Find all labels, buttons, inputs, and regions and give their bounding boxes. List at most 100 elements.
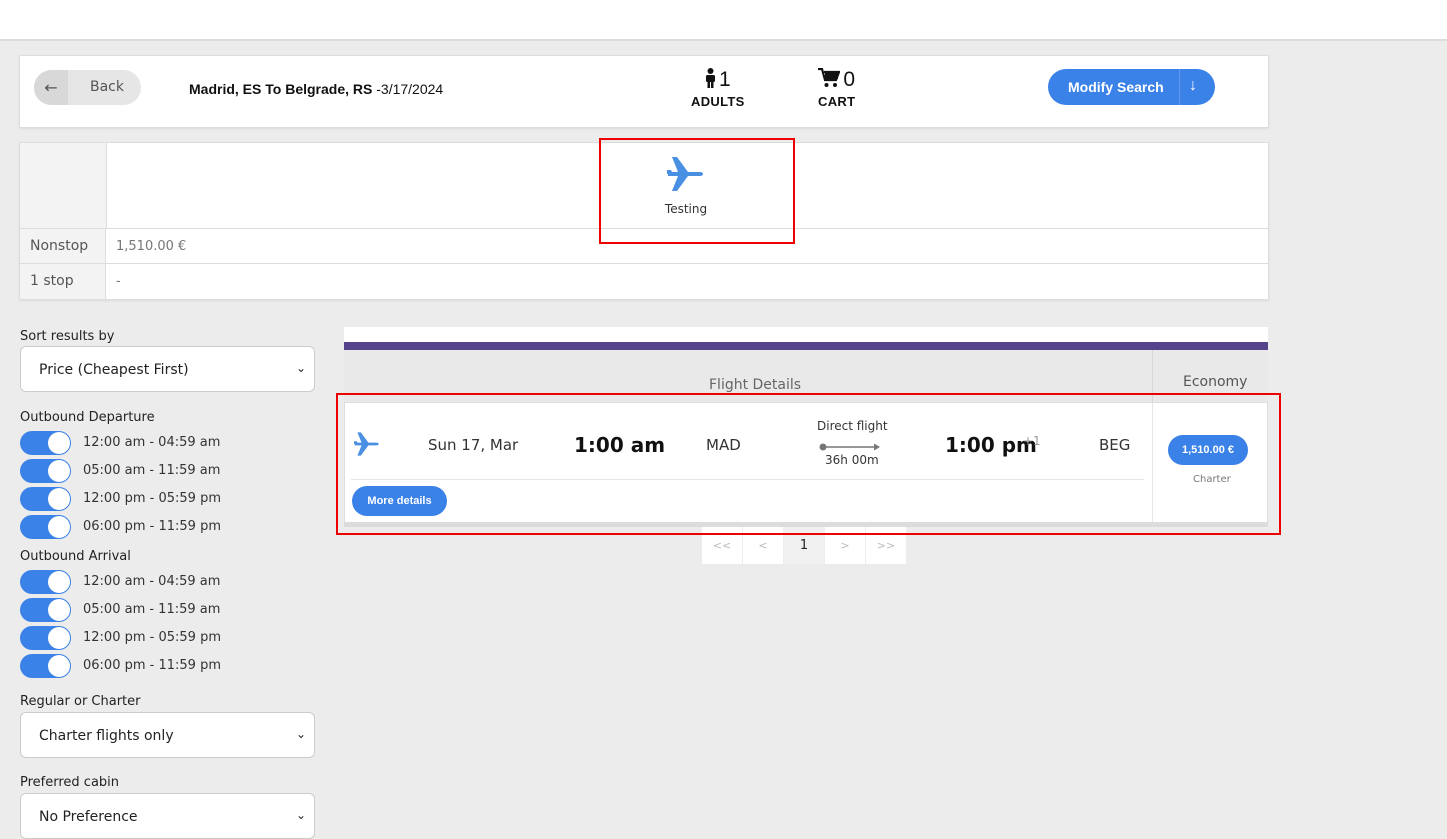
- slot-label: 05:00 am - 11:59 am: [83, 463, 221, 478]
- depart-time: 1:00 am: [574, 433, 666, 457]
- departure-toggle[interactable]: [20, 431, 71, 455]
- economy-header: Economy: [1152, 350, 1269, 402]
- button-separator: [1179, 69, 1180, 105]
- regular-charter-label: Regular or Charter: [20, 694, 141, 709]
- airline-name: Testing: [664, 202, 708, 216]
- regular-charter-value: Charter flights only: [39, 728, 174, 744]
- results-band: [344, 342, 1268, 350]
- cart[interactable]: 0 CART: [818, 67, 856, 109]
- more-details-button[interactable]: More details: [352, 486, 447, 516]
- row-label: Nonstop: [20, 229, 106, 264]
- cabin-label: Preferred cabin: [20, 775, 120, 790]
- destination-code: BEG: [1099, 436, 1131, 454]
- cart-label: CART: [818, 94, 856, 109]
- route-to-word: To: [265, 81, 282, 97]
- back-button[interactable]: ← Back: [34, 70, 141, 105]
- filters-sidebar: Sort results by Price (Cheapest First) ⌄…: [20, 329, 320, 839]
- slot-label: 12:00 pm - 05:59 pm: [83, 630, 221, 645]
- economy-header-label: Economy: [1183, 374, 1248, 390]
- departure-slot-row: 06:00 pm - 11:59 pm: [20, 515, 320, 543]
- back-label: Back: [90, 79, 124, 95]
- route-to: Belgrade, RS: [285, 81, 373, 97]
- departure-toggles: 12:00 am - 04:59 am 05:00 am - 11:59 am …: [20, 431, 320, 543]
- arrival-toggle[interactable]: [20, 654, 71, 678]
- departure-slot-row: 12:00 am - 04:59 am: [20, 431, 320, 459]
- arrival-toggle[interactable]: [20, 598, 71, 622]
- cart-icon: [818, 67, 841, 94]
- card-divider: [351, 479, 1144, 480]
- route-date: -3/17/2024: [372, 81, 444, 97]
- results-table: Flight Details Economy Sun 17, Mar 1:00 …: [344, 327, 1268, 527]
- results-header: Flight Details Economy: [344, 350, 1268, 402]
- chevron-down-icon: ⌄: [295, 727, 306, 741]
- departure-toggle[interactable]: [20, 487, 71, 511]
- slot-label: 12:00 pm - 05:59 pm: [83, 491, 221, 506]
- departure-toggle[interactable]: [20, 515, 71, 539]
- outbound-departure-label: Outbound Departure: [20, 410, 155, 425]
- matrix-corner: [20, 143, 107, 228]
- departure-slot-row: 12:00 pm - 05:59 pm: [20, 487, 320, 515]
- results-top: [344, 327, 1268, 343]
- modify-search-button[interactable]: Modify Search ↓: [1048, 69, 1215, 105]
- flight-duration: 36h 00m: [825, 453, 879, 467]
- search-summary-bar: ← Back Madrid, ES To Belgrade, RS -3/17/…: [19, 55, 1269, 128]
- regular-charter-select[interactable]: Charter flights only ⌄: [20, 712, 315, 758]
- chevron-down-icon: ⌄: [295, 361, 306, 375]
- slot-label: 05:00 am - 11:59 am: [83, 602, 221, 617]
- flight-date: Sun 17, Mar: [428, 436, 519, 454]
- page-number-button[interactable]: 1: [784, 527, 825, 564]
- arrival-slot-row: 12:00 pm - 05:59 pm: [20, 626, 320, 654]
- arrival-slot-row: 05:00 am - 11:59 am: [20, 598, 320, 626]
- arrow-left-icon: ←: [34, 70, 68, 105]
- flight-details-header: Flight Details: [709, 377, 802, 393]
- sort-label: Sort results by: [20, 329, 115, 344]
- prev-page-button[interactable]: <: [743, 527, 784, 564]
- first-page-button[interactable]: <<: [702, 527, 743, 564]
- adults-label: ADULTS: [691, 94, 745, 109]
- arrival-toggle[interactable]: [20, 570, 71, 594]
- arrival-toggle[interactable]: [20, 626, 71, 650]
- modify-search-label: Modify Search: [1068, 79, 1164, 95]
- price-button[interactable]: 1,510.00 €: [1168, 435, 1248, 465]
- airplane-icon: [666, 157, 706, 197]
- row-price[interactable]: 1,510.00 €: [116, 229, 186, 264]
- arrival-slot-row: 06:00 pm - 11:59 pm: [20, 654, 320, 682]
- slot-label: 06:00 pm - 11:59 pm: [83, 658, 221, 673]
- slot-label: 06:00 pm - 11:59 pm: [83, 519, 221, 534]
- pagination: << < 1 > >>: [702, 527, 907, 564]
- departure-slot-row: 05:00 am - 11:59 am: [20, 459, 320, 487]
- price-column-divider: [1152, 403, 1153, 522]
- last-page-button[interactable]: >>: [866, 527, 907, 564]
- airplane-icon: [353, 431, 381, 461]
- flight-result-card: Sun 17, Mar 1:00 am MAD Direct flight 36…: [344, 402, 1268, 523]
- row-label: 1 stop: [20, 264, 106, 299]
- slot-label: 12:00 am - 04:59 am: [83, 574, 221, 589]
- cart-number: 0: [843, 68, 855, 91]
- sort-select[interactable]: Price (Cheapest First) ⌄: [20, 346, 315, 392]
- departure-toggle[interactable]: [20, 459, 71, 483]
- arrival-toggles: 12:00 am - 04:59 am 05:00 am - 11:59 am …: [20, 570, 320, 682]
- route-summary: Madrid, ES To Belgrade, RS -3/17/2024: [189, 81, 443, 97]
- matrix-row-1-stop: 1 stop -: [20, 263, 1268, 299]
- chevron-down-icon: ⌄: [295, 808, 306, 822]
- airline-column-testing[interactable]: Testing: [620, 155, 752, 216]
- fare-type: Charter: [1193, 474, 1231, 485]
- person-icon: [705, 68, 716, 94]
- route-from: Madrid, ES: [189, 81, 262, 97]
- arrival-slot-row: 12:00 am - 04:59 am: [20, 570, 320, 598]
- stop-text: Direct flight: [817, 419, 888, 433]
- row-price: -: [116, 274, 121, 289]
- sort-value: Price (Cheapest First): [39, 362, 189, 378]
- cabin-select[interactable]: No Preference ⌄: [20, 793, 315, 839]
- airline-matrix: Testing Nonstop 1,510.00 € 1 stop -: [19, 142, 1269, 300]
- next-page-button[interactable]: >: [825, 527, 866, 564]
- top-bar: [0, 0, 1447, 41]
- origin-code: MAD: [706, 436, 741, 454]
- outbound-arrival-label: Outbound Arrival: [20, 549, 131, 564]
- day-offset: +1: [1023, 434, 1041, 448]
- matrix-row-nonstop: Nonstop 1,510.00 €: [20, 228, 1268, 264]
- adults-number: 1: [718, 68, 731, 91]
- arrow-down-icon: ↓: [1189, 77, 1197, 94]
- slot-label: 12:00 am - 04:59 am: [83, 435, 221, 450]
- adults-count: 1 ADULTS: [691, 68, 745, 109]
